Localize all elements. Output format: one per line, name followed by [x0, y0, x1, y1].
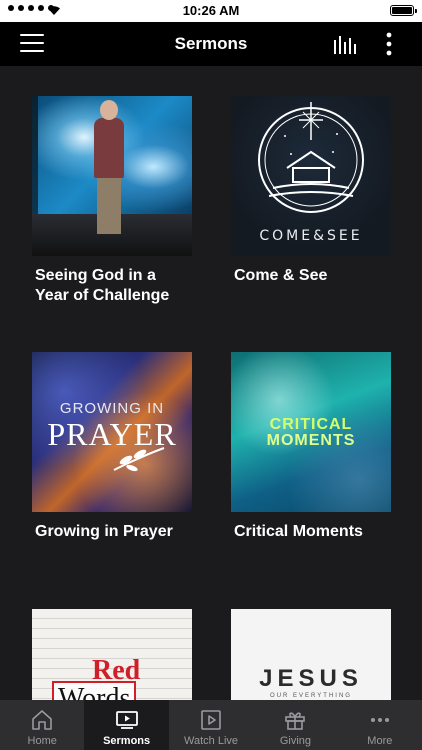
play-icon — [201, 710, 221, 730]
tab-watch-live[interactable]: Watch Live — [169, 700, 253, 750]
more-options-icon[interactable] — [384, 32, 394, 56]
sermon-card[interactable]: COME&SEE Come & See — [231, 96, 391, 286]
sermon-thumbnail: GROWING IN PRAYER — [32, 352, 192, 512]
tab-more[interactable]: More — [338, 700, 422, 750]
sermon-title: Seeing God in a Year of Challenge — [35, 267, 170, 304]
tab-label: Watch Live — [184, 735, 239, 747]
sermon-title: Growing in Prayer — [35, 523, 173, 540]
tab-bar: Home Sermons Watch Live Giving More — [0, 700, 422, 750]
tab-label: Home — [27, 735, 57, 747]
sermon-card[interactable]: Seeing God in a Year of Challenge — [32, 96, 192, 306]
artwork-text: OUR EVERYTHING — [270, 693, 352, 699]
sermon-thumbnail: COME&SEE — [231, 96, 391, 256]
sermon-grid: Seeing God in a Year of Challenge COME&S… — [0, 66, 422, 700]
gift-icon — [285, 712, 306, 730]
sermon-thumbnail: JESUS OUR EVERYTHING — [231, 609, 391, 700]
artwork-text: COME&SEE — [259, 228, 363, 244]
nav-bar: Sermons — [0, 22, 422, 66]
sermon-title: Critical Moments — [234, 523, 363, 540]
audio-bars-icon[interactable] — [333, 34, 357, 54]
sermon-thumbnail — [32, 96, 192, 256]
sermon-card[interactable]: GROWING IN PRAYER Growing in Prayer — [32, 352, 192, 542]
status-bar: 10:26 AM — [0, 0, 422, 22]
sermon-thumbnail: Red Words — [32, 609, 192, 700]
sermon-thumbnail: CRITICAL MOMENTS — [231, 352, 391, 512]
tab-label: Sermons — [103, 735, 151, 747]
tab-giving[interactable]: Giving — [253, 700, 337, 750]
video-icon — [115, 711, 138, 729]
artwork-text: MOMENTS — [266, 432, 356, 449]
status-time: 10:26 AM — [182, 3, 240, 18]
sermon-card[interactable]: Red Words — [32, 609, 192, 700]
home-icon — [32, 710, 53, 730]
sermon-card[interactable]: CRITICAL MOMENTS Critical Moments — [231, 352, 391, 542]
page-title: Sermons — [174, 34, 248, 53]
artwork-text: Words — [52, 681, 137, 700]
sermon-title: Come & See — [234, 267, 328, 284]
hamburger-menu-button[interactable] — [20, 34, 44, 54]
olive-branch-icon — [113, 447, 165, 472]
battery-icon — [390, 5, 417, 16]
tab-sermons[interactable]: Sermons — [84, 700, 169, 750]
tab-home[interactable]: Home — [0, 700, 84, 750]
artwork-text: JESUS — [259, 665, 363, 692]
sermon-card[interactable]: JESUS OUR EVERYTHING — [231, 609, 391, 700]
tab-label: More — [367, 735, 393, 747]
more-icon — [370, 718, 389, 722]
tab-label: Giving — [279, 735, 312, 747]
